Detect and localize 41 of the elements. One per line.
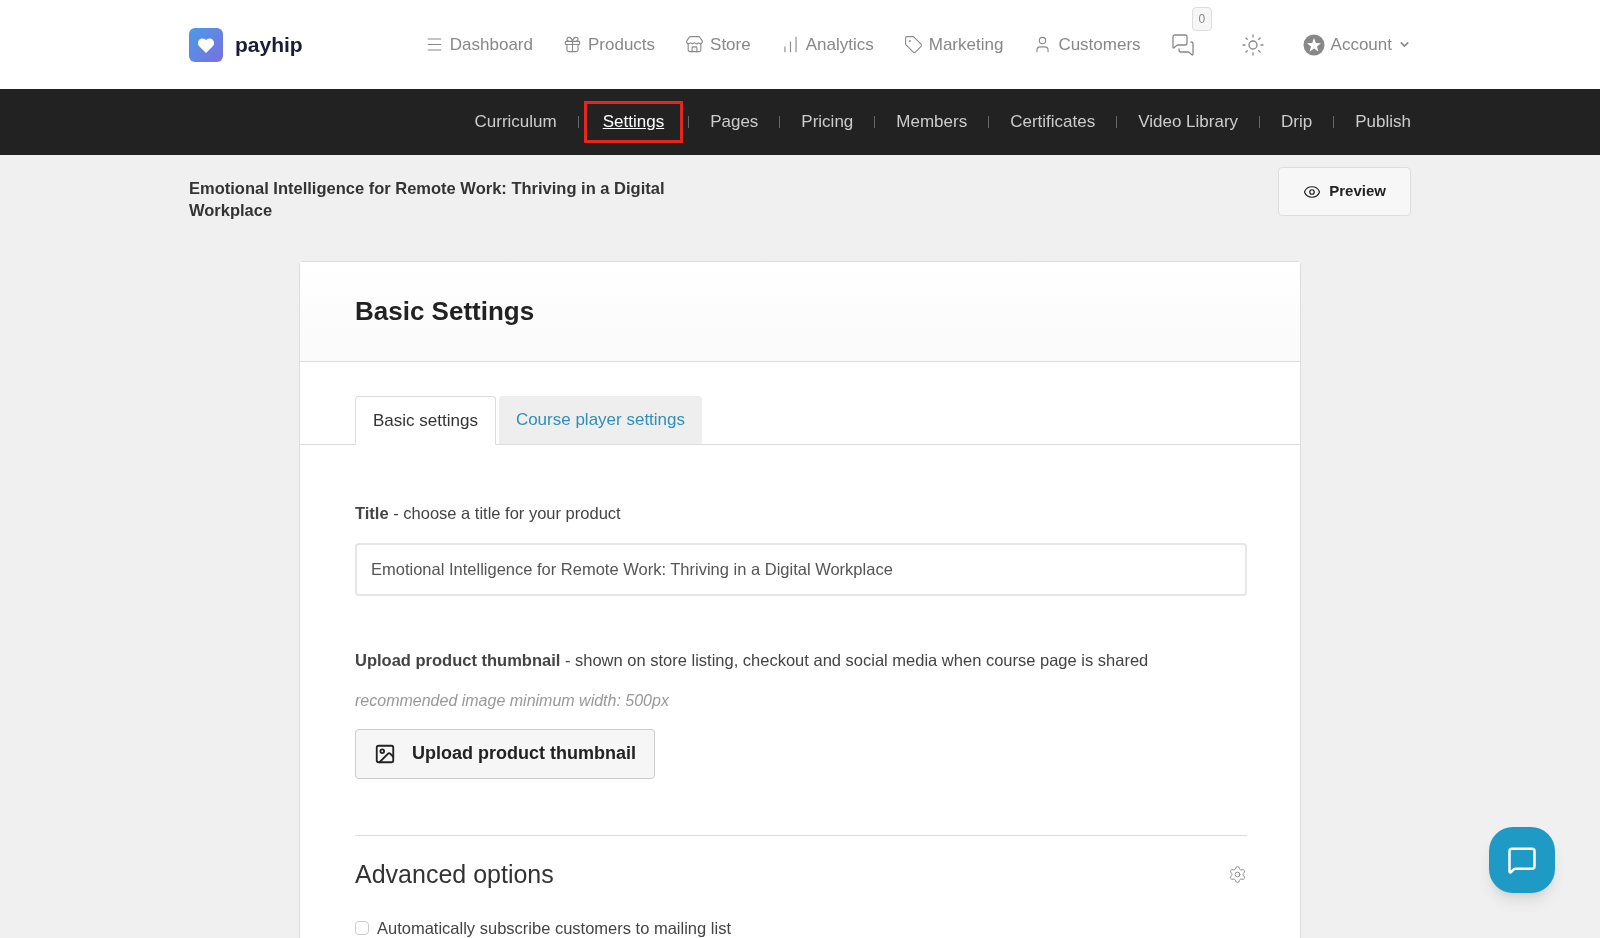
nav-link[interactable]: Products: [562, 31, 656, 58]
upload-button[interactable]: Upload product thumbnail: [355, 728, 655, 779]
course-nav-tab[interactable]: Pages: [710, 109, 759, 135]
course-nav-tab[interactable]: Certificates: [1010, 109, 1096, 135]
nav-link[interactable]: Customers: [1033, 31, 1141, 58]
checkbox[interactable]: [355, 921, 369, 936]
field-label: Title - choose a title for your product: [355, 503, 622, 524]
chat-icon[interactable]: [1170, 32, 1195, 57]
store-icon: [685, 35, 705, 54]
tag-icon: [903, 35, 923, 54]
card-heading: Basic Settings: [355, 295, 535, 328]
message-count-badge: 0: [1191, 6, 1213, 31]
preview-button[interactable]: Preview: [1278, 167, 1411, 216]
course-nav-tab[interactable]: Members: [896, 109, 968, 135]
image-icon: [374, 742, 396, 765]
sun-icon[interactable]: [1240, 32, 1265, 57]
brand-name[interactable]: payhip: [235, 28, 303, 61]
star-circle-icon: [1302, 33, 1325, 56]
section-heading: Advanced options: [355, 858, 554, 890]
course-nav-tab[interactable]: Video Library: [1138, 109, 1239, 135]
course-nav-tab[interactable]: Publish: [1355, 109, 1411, 135]
course-nav-tab[interactable]: Drip: [1281, 109, 1313, 135]
nav-link[interactable]: Store: [685, 31, 751, 58]
gift-icon: [562, 35, 582, 54]
product-title: Emotional Intelligence for Remote Work: Thriving in a Digital Workplace: [189, 178, 666, 221]
course-nav-tab[interactable]: Settings: [583, 101, 684, 143]
settings-tab[interactable]: Basic settings: [355, 396, 496, 445]
chat-button[interactable]: [1489, 827, 1555, 893]
course-nav-tab[interactable]: Curriculum: [474, 109, 557, 135]
logo-icon: [189, 27, 223, 62]
hint-text: recommended image minimum width: 500px: [355, 690, 670, 711]
settings-icon[interactable]: [1228, 864, 1247, 884]
title-input[interactable]: Emotional Intelligence for Remote Work: Thriving in a Digital Workplace: [355, 542, 1247, 596]
field-label: Upload product thumbnail - shown on store listing, checkout and social media when course page is shared: [355, 649, 1150, 671]
checkbox-label: Automatically subscribe customers to mailing list: [377, 918, 731, 938]
speech-bubble-icon: [1507, 845, 1537, 875]
nav-link[interactable]: Dashboard: [424, 31, 533, 58]
nav-link[interactable]: Analytics: [780, 31, 874, 58]
nav-link[interactable]: Marketing: [903, 31, 1004, 58]
account-menu[interactable]: Account: [1302, 31, 1411, 58]
course-nav-tab[interactable]: Pricing: [801, 109, 854, 135]
